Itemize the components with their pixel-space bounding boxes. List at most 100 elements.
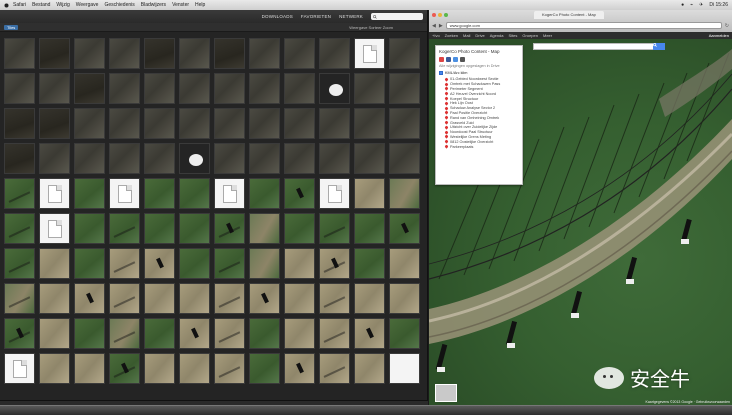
image-tile[interactable] xyxy=(4,318,35,349)
print-icon[interactable] xyxy=(460,57,465,62)
layer-checkbox[interactable] xyxy=(439,71,443,75)
image-tile[interactable] xyxy=(284,108,315,139)
file-search-input[interactable] xyxy=(371,13,423,20)
browser-tab[interactable]: KogerCo Photo Content - Map xyxy=(534,11,604,19)
image-tile[interactable] xyxy=(284,213,315,244)
menu-file[interactable]: Bestand xyxy=(32,2,50,8)
image-tile[interactable] xyxy=(179,213,210,244)
map-canvas[interactable]: KogerCo Photo Content - Map Alle wijzigi… xyxy=(429,39,732,405)
map-type-toggle[interactable] xyxy=(435,384,457,402)
image-tile[interactable] xyxy=(179,353,210,384)
image-tile[interactable] xyxy=(354,213,385,244)
gmail-icon[interactable] xyxy=(439,57,444,62)
image-tile[interactable] xyxy=(179,248,210,279)
minimize-icon[interactable] xyxy=(438,13,442,17)
image-tile[interactable] xyxy=(109,178,140,209)
image-tile[interactable] xyxy=(144,178,175,209)
image-tile[interactable] xyxy=(249,248,280,279)
image-tile[interactable] xyxy=(74,143,105,174)
sign-in-link[interactable]: Aanmelden xyxy=(709,33,729,38)
image-tile[interactable] xyxy=(284,73,315,104)
image-tile[interactable] xyxy=(249,143,280,174)
breadcrumb[interactable]: Tiles xyxy=(4,24,19,30)
image-tile[interactable] xyxy=(39,318,70,349)
google-bar-item[interactable]: Zoeken xyxy=(445,33,458,38)
close-icon[interactable] xyxy=(432,13,436,17)
image-tile[interactable] xyxy=(179,143,210,174)
facebook-icon[interactable] xyxy=(446,57,451,62)
image-tile[interactable] xyxy=(319,143,350,174)
image-tile[interactable] xyxy=(74,353,105,384)
image-tile[interactable] xyxy=(4,248,35,279)
image-tile[interactable] xyxy=(249,38,280,69)
image-tile[interactable] xyxy=(144,318,175,349)
image-tile[interactable] xyxy=(249,108,280,139)
image-tile[interactable] xyxy=(74,318,105,349)
image-tile[interactable] xyxy=(389,353,420,384)
image-tile[interactable] xyxy=(214,143,245,174)
image-tile[interactable] xyxy=(4,38,35,69)
map-search-input[interactable] xyxy=(533,43,655,50)
image-tile[interactable] xyxy=(389,38,420,69)
image-tile[interactable] xyxy=(109,283,140,314)
image-tile[interactable] xyxy=(144,213,175,244)
image-tile[interactable] xyxy=(74,178,105,209)
image-tile[interactable] xyxy=(4,353,35,384)
image-tile[interactable] xyxy=(284,38,315,69)
image-tile[interactable] xyxy=(109,248,140,279)
image-tile[interactable] xyxy=(109,353,140,384)
network-button[interactable]: NETWERK xyxy=(339,14,363,19)
map-attribution[interactable]: Kaartgegevens ©2013 Google · Gebruiksvoo… xyxy=(646,400,731,404)
image-tile[interactable] xyxy=(109,73,140,104)
wifi-icon[interactable]: ⌁ xyxy=(690,2,693,8)
image-tile[interactable] xyxy=(74,73,105,104)
image-tile[interactable] xyxy=(144,283,175,314)
share-icon[interactable] xyxy=(453,57,458,62)
menu-safari[interactable]: Safari xyxy=(13,2,26,8)
image-tile[interactable] xyxy=(249,353,280,384)
image-tile[interactable] xyxy=(214,178,245,209)
image-tile[interactable] xyxy=(319,353,350,384)
image-tile[interactable] xyxy=(249,318,280,349)
image-tile[interactable] xyxy=(39,248,70,279)
image-tile[interactable] xyxy=(74,108,105,139)
image-tile[interactable] xyxy=(4,283,35,314)
image-tile[interactable] xyxy=(354,283,385,314)
image-tile[interactable] xyxy=(74,248,105,279)
image-tile[interactable] xyxy=(179,38,210,69)
image-tile[interactable] xyxy=(214,318,245,349)
image-tile[interactable] xyxy=(144,38,175,69)
image-tile[interactable] xyxy=(4,143,35,174)
image-tile[interactable] xyxy=(354,318,385,349)
image-tile[interactable] xyxy=(4,73,35,104)
image-tile[interactable] xyxy=(284,178,315,209)
image-tile[interactable] xyxy=(109,108,140,139)
image-tile[interactable] xyxy=(179,108,210,139)
google-bar-item[interactable]: Agenda xyxy=(490,33,504,38)
image-tile[interactable] xyxy=(214,353,245,384)
image-tile[interactable] xyxy=(109,213,140,244)
view-options[interactable]: Weergave Sorteer Zoom xyxy=(349,25,393,30)
image-tile[interactable] xyxy=(144,353,175,384)
image-tile[interactable] xyxy=(74,283,105,314)
image-tile[interactable] xyxy=(39,283,70,314)
image-tile[interactable] xyxy=(214,248,245,279)
image-tile[interactable] xyxy=(389,143,420,174)
image-tile[interactable] xyxy=(39,73,70,104)
image-tile[interactable] xyxy=(389,178,420,209)
image-tile[interactable] xyxy=(389,283,420,314)
google-bar-item[interactable]: Meer xyxy=(543,33,552,38)
image-tile[interactable] xyxy=(354,38,385,69)
image-tile[interactable] xyxy=(284,318,315,349)
menu-history[interactable]: Geschiedenis xyxy=(104,2,134,8)
google-bar-item[interactable]: Groepen xyxy=(522,33,538,38)
google-bar-item[interactable]: Drive xyxy=(475,33,484,38)
image-tile[interactable] xyxy=(39,178,70,209)
image-tile[interactable] xyxy=(284,353,315,384)
image-tile[interactable] xyxy=(214,213,245,244)
favorites-button[interactable]: FAVORIETEN xyxy=(301,14,331,19)
image-tile[interactable] xyxy=(284,283,315,314)
image-tile[interactable] xyxy=(214,108,245,139)
image-tile[interactable] xyxy=(179,73,210,104)
image-tile[interactable] xyxy=(249,283,280,314)
